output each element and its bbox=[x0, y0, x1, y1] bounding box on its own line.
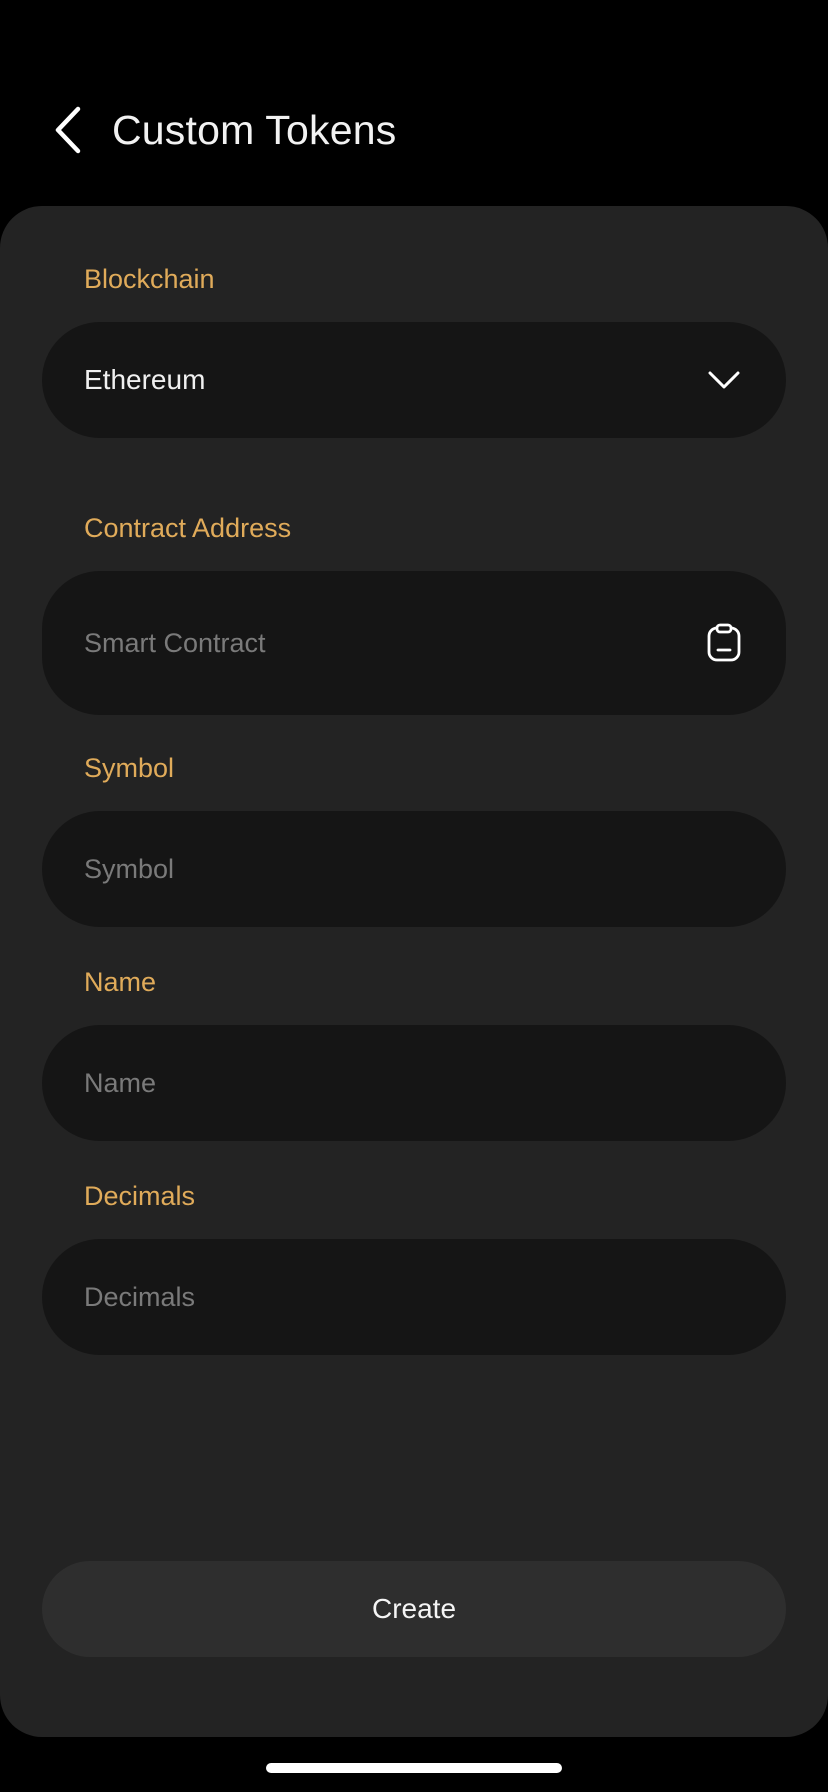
form-card: Blockchain Ethereum Contract Address Sym… bbox=[0, 206, 828, 1737]
contract-address-field bbox=[42, 571, 786, 715]
decimals-field bbox=[42, 1239, 786, 1355]
contract-address-label: Contract Address bbox=[84, 513, 292, 543]
name-field bbox=[42, 1025, 786, 1141]
blockchain-selected-value: Ethereum bbox=[84, 364, 206, 395]
home-indicator[interactable] bbox=[266, 1763, 562, 1773]
contract-address-input[interactable] bbox=[84, 627, 702, 659]
back-button[interactable] bbox=[40, 102, 96, 158]
chevron-left-icon bbox=[55, 106, 81, 154]
page-title: Custom Tokens bbox=[112, 107, 397, 153]
symbol-field bbox=[42, 811, 786, 927]
name-input[interactable] bbox=[84, 1067, 746, 1099]
blockchain-select[interactable]: Ethereum bbox=[42, 322, 786, 438]
symbol-input[interactable] bbox=[84, 853, 746, 885]
decimals-input[interactable] bbox=[84, 1281, 746, 1313]
blockchain-label: Blockchain bbox=[84, 264, 215, 294]
chevron-down-icon bbox=[702, 358, 746, 402]
decimals-label: Decimals bbox=[84, 1181, 196, 1211]
clipboard-paste-icon[interactable] bbox=[702, 621, 746, 665]
symbol-label: Symbol bbox=[84, 753, 175, 783]
create-button[interactable]: Create bbox=[42, 1561, 786, 1657]
name-label: Name bbox=[84, 967, 157, 997]
header: Custom Tokens bbox=[0, 90, 828, 170]
